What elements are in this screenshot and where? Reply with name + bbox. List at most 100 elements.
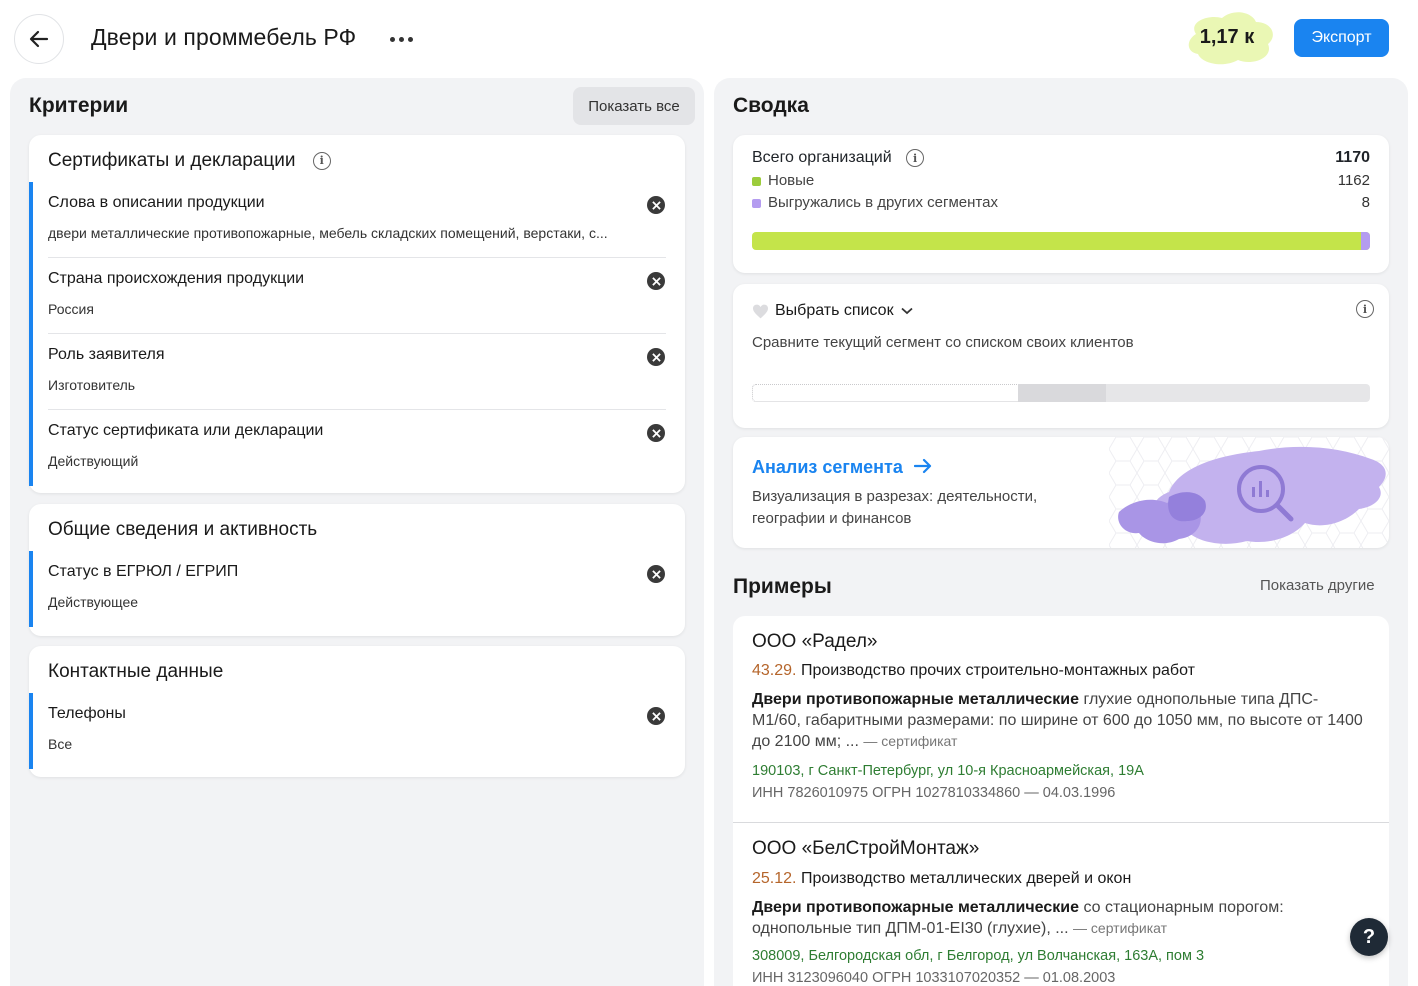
segment-analysis-description: Визуализация в разрезах: деятельности, г…	[752, 488, 1038, 527]
criteria-group-general: Общие сведения и активность Статус в ЕГР…	[29, 504, 685, 636]
heart-icon	[753, 304, 768, 318]
total-row: Всего организаций i 1170	[752, 149, 1370, 167]
remove-criterion-button[interactable]	[647, 272, 665, 290]
new-legend-dot	[752, 176, 761, 186]
close-icon	[651, 200, 661, 210]
exported-legend-dot	[752, 198, 761, 208]
criterion-item[interactable]: Статус в ЕГРЮЛ / ЕГРИП Действующее	[29, 551, 685, 627]
description-source: — сертификат	[863, 733, 958, 749]
remove-criterion-button[interactable]	[647, 196, 665, 214]
total-value: 1170	[1335, 149, 1370, 166]
info-icon[interactable]: i	[312, 151, 331, 170]
company-name: ООО «БелСтройМонтаж»	[752, 838, 980, 859]
criterion-value: Все	[48, 736, 73, 752]
exported-value: 8	[1361, 194, 1370, 211]
product-description-bold: Двери противопожарные металлические	[752, 899, 1080, 916]
criterion-item[interactable]: Слова в описании продукции двери металли…	[29, 182, 685, 258]
remove-criterion-button[interactable]	[647, 424, 665, 442]
okved-text: Производство металлических дверей и окон	[800, 870, 1132, 887]
product-description-bold: Двери противопожарные металлические	[752, 691, 1080, 708]
russia-map-illustration-icon	[1109, 437, 1389, 548]
criterion-value: Действующее	[48, 594, 139, 610]
dot-icon	[398, 36, 404, 42]
exported-row: Выгружались в других сегментах 8	[752, 194, 1370, 211]
info-icon[interactable]: i	[1356, 300, 1374, 318]
okved-code: 43.29.	[752, 662, 797, 679]
chevron-down-icon	[900, 307, 913, 315]
company-address: 308009, Белгородская обл, г Белгород, ул…	[752, 948, 1205, 964]
new-label: Новые	[768, 172, 815, 189]
criterion-value: Действующий	[48, 453, 139, 469]
criterion-accent-bar	[29, 258, 33, 334]
segment-analysis-card[interactable]: Анализ сегмента Визуализация в разрезах:…	[733, 437, 1389, 548]
criterion-accent-bar	[29, 182, 33, 258]
dot-icon	[389, 36, 395, 42]
compare-card: Выбрать список i Сравните текущий сегмен…	[733, 284, 1389, 428]
description-source: — сертификат	[1073, 920, 1168, 936]
close-icon	[651, 276, 661, 286]
criteria-group-title: Общие сведения и активность	[48, 519, 318, 540]
criterion-item[interactable]: Роль заявителя Изготовитель	[29, 334, 685, 410]
example-card[interactable]: ООО «БелСтройМонтаж» 25.12. Производство…	[733, 823, 1389, 986]
segment-analysis-label: Анализ сегмента	[752, 457, 903, 477]
criteria-group-certificates: Сертификаты и декларации i Слова в описа…	[29, 135, 685, 493]
segment-progress-bar	[752, 232, 1370, 250]
criterion-label: Роль заявителя	[48, 346, 165, 363]
criterion-value: Россия	[48, 301, 94, 317]
criterion-label: Статус сертификата или декларации	[48, 422, 324, 439]
criterion-accent-bar	[29, 693, 33, 769]
example-card[interactable]: ООО «Радел» 43.29. Производство прочих с…	[733, 616, 1389, 823]
criteria-group-contacts: Контактные данные Телефоны Все	[29, 646, 685, 777]
show-other-examples-link[interactable]: Показать другие	[1260, 577, 1375, 594]
okved-text: Производство прочих строительно-монтажны…	[800, 662, 1195, 679]
back-button[interactable]	[14, 14, 64, 64]
close-icon	[651, 428, 661, 438]
totals-card: Всего организаций i 1170 Новые 1162 Выгр…	[733, 135, 1389, 273]
close-icon	[651, 352, 661, 362]
criterion-accent-bar	[29, 410, 33, 486]
new-value: 1162	[1337, 172, 1370, 189]
export-button[interactable]: Экспорт	[1294, 19, 1389, 57]
criteria-panel: Критерии Показать все Сертификаты и декл…	[10, 78, 704, 986]
compare-placeholder-bar	[752, 384, 1370, 402]
dot-icon	[407, 36, 413, 42]
exported-label: Выгружались в других сегментах	[768, 194, 998, 211]
show-all-button[interactable]: Показать все	[573, 87, 695, 125]
criterion-item[interactable]: Статус сертификата или декларации Действ…	[29, 410, 685, 486]
criterion-value: Изготовитель	[48, 377, 136, 393]
select-list-dropdown[interactable]: Выбрать список	[752, 302, 913, 320]
criteria-group-title: Сертификаты и декларации i	[48, 150, 331, 172]
summary-panel: Сводка Всего организаций i 1170 Новые 11…	[714, 78, 1408, 986]
product-description: Двери противопожарные металлические со с…	[752, 897, 1364, 939]
organizations-count: 1,17 к	[1199, 26, 1255, 48]
arrow-left-icon	[29, 30, 49, 48]
criterion-accent-bar	[29, 551, 33, 627]
more-options-button[interactable]	[384, 28, 418, 50]
criterion-accent-bar	[29, 334, 33, 410]
summary-heading: Сводка	[733, 94, 809, 117]
info-icon[interactable]: i	[906, 149, 925, 167]
remove-criterion-button[interactable]	[647, 348, 665, 366]
company-ids: ИНН 3123096040 ОГРН 1033107020352 — 01.0…	[752, 970, 1116, 986]
product-description: Двери противопожарные металлические глух…	[752, 689, 1364, 752]
segment-analysis-link[interactable]: Анализ сегмента	[752, 457, 932, 478]
arrow-right-icon	[913, 458, 931, 474]
progress-exported-part	[1360, 232, 1370, 250]
remove-criterion-button[interactable]	[647, 707, 665, 725]
close-icon	[651, 569, 661, 579]
criterion-item[interactable]: Телефоны Все	[29, 693, 685, 769]
criterion-label: Телефоны	[48, 705, 126, 722]
top-bar: Двери и проммебель РФ 1,17 к Экспорт	[0, 0, 1418, 78]
examples-heading: Примеры	[733, 575, 832, 598]
new-row: Новые 1162	[752, 172, 1370, 189]
close-icon	[651, 711, 661, 721]
criterion-value: двери металлические противопожарные, меб…	[48, 225, 608, 241]
criteria-heading: Критерии	[29, 94, 129, 117]
criterion-item[interactable]: Страна происхождения продукции Россия	[29, 258, 685, 334]
remove-criterion-button[interactable]	[647, 565, 665, 583]
company-activity: 43.29. Производство прочих строительно-м…	[752, 662, 1195, 680]
help-button[interactable]: ?	[1350, 918, 1388, 956]
compare-description: Сравните текущий сегмент со списком свои…	[752, 334, 1134, 351]
company-activity: 25.12. Производство металлических дверей…	[752, 870, 1131, 888]
company-ids: ИНН 7826010975 ОГРН 1027810334860 — 04.0…	[752, 785, 1116, 801]
